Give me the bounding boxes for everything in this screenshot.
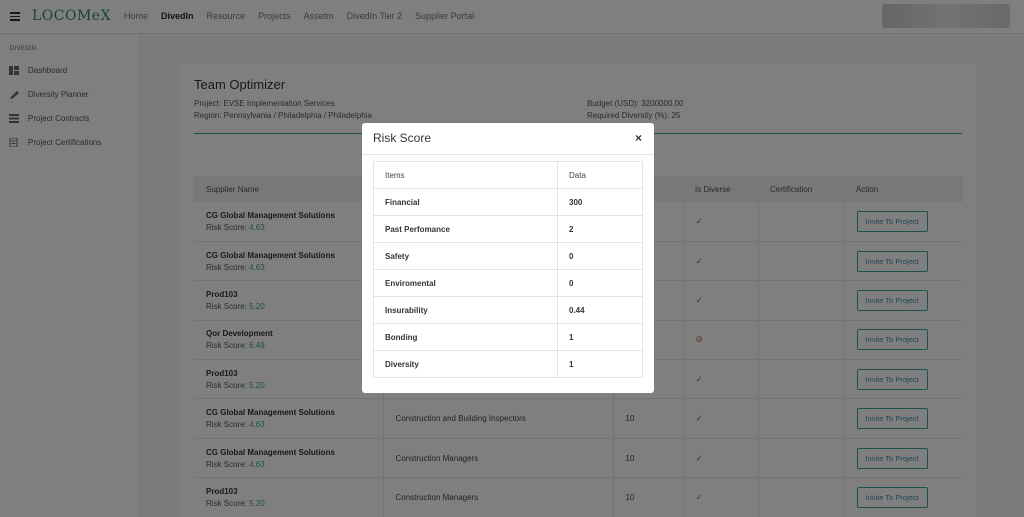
risk-row: Financial 300	[373, 188, 643, 216]
risk-item-value: 1	[557, 323, 643, 351]
risk-item-label: Safety	[373, 242, 558, 270]
risk-row: Diversity 1	[373, 350, 643, 378]
risk-item-value: 1	[557, 350, 643, 378]
risk-row: Insurability 0.44	[373, 296, 643, 324]
risk-score-table: Items Data Financial 300 Past Perfomance 2 S…	[373, 161, 643, 378]
risk-row: Past Perfomance 2	[373, 215, 643, 243]
risk-table-header: Items Data	[373, 161, 643, 189]
modal-title: Risk Score	[373, 131, 432, 145]
risk-item-value: 0	[557, 242, 643, 270]
risk-item-label: Insurability	[373, 296, 558, 324]
risk-item-value: 300	[557, 188, 643, 216]
risk-score-modal: Risk Score × Items Data Financial 300 Past…	[362, 123, 654, 393]
risk-row: Enviromental 0	[373, 269, 643, 297]
close-icon[interactable]: ×	[635, 131, 642, 145]
risk-item-label: Enviromental	[373, 269, 558, 297]
modal-divider	[362, 154, 654, 155]
risk-header-items: Items	[373, 161, 558, 189]
risk-item-label: Diversity	[373, 350, 558, 378]
risk-header-data: Data	[557, 161, 643, 189]
risk-item-label: Past Perfomance	[373, 215, 558, 243]
risk-row: Safety 0	[373, 242, 643, 270]
risk-row: Bonding 1	[373, 323, 643, 351]
risk-item-label: Financial	[373, 188, 558, 216]
risk-item-value: 2	[557, 215, 643, 243]
risk-item-value: 0	[557, 269, 643, 297]
risk-item-label: Bonding	[373, 323, 558, 351]
risk-item-value: 0.44	[557, 296, 643, 324]
